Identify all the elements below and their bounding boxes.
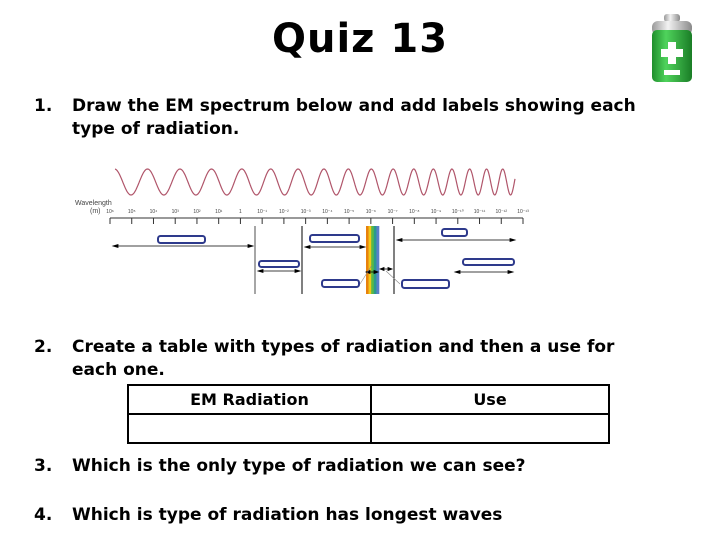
axis-tick-label: 10¹ — [215, 209, 223, 215]
axis-tick-label: 10⁻³ — [301, 209, 311, 215]
question-2: 2. Create a table with types of radiatio… — [34, 336, 654, 386]
axis-tick-label: 10² — [193, 209, 201, 215]
page-title: Quiz 13 — [271, 16, 449, 62]
axis-tick-label: 10⁻¹⁰ — [452, 209, 464, 215]
spectrum-color-stripe — [368, 226, 372, 294]
em-spectrum-diagram: Wavelength (m) 10⁶ 10⁵ 10⁴ 10³ 10² 10¹ 1 10⁻¹ 10… — [75, 168, 529, 294]
table-cell-use[interactable] — [370, 413, 610, 444]
axis-tick-label: 10⁻¹ — [257, 209, 267, 215]
axis-label: Wavelength — [75, 200, 112, 207]
blank-label-box[interactable] — [258, 260, 300, 268]
axis-tick-label: 10³ — [172, 209, 180, 215]
table-cell-radiation[interactable] — [127, 413, 372, 444]
pointer-line — [385, 270, 401, 285]
range-arrow — [395, 237, 517, 243]
question-number: 1. — [34, 96, 53, 116]
blank-label-box[interactable] — [321, 279, 360, 288]
axis-tick-label: 10⁵ — [128, 209, 136, 215]
table-row — [127, 413, 610, 444]
table-header-row: EM Radiation Use — [127, 384, 610, 415]
question-3: 3. Which is the only type of radiation w… — [34, 455, 654, 480]
range-arrow — [453, 269, 515, 275]
question-text: Which is type of radiation has longest w… — [72, 505, 503, 525]
axis-tick-label: 10⁻² — [279, 209, 289, 215]
column-header-em-radiation: EM Radiation — [127, 384, 372, 415]
blank-label-box[interactable] — [441, 228, 468, 237]
axis-tick-label: 10⁻⁵ — [344, 209, 354, 215]
blank-label-box[interactable] — [309, 234, 360, 243]
range-arrow — [256, 268, 302, 274]
spectrum-color-stripe — [371, 226, 375, 294]
question-number: 4. — [34, 505, 53, 525]
axis-tick-label: 10⁻⁴ — [322, 209, 332, 215]
axis-tick-label: 10⁻⁸ — [409, 209, 419, 215]
range-arrow — [378, 266, 394, 272]
spectrum-color-stripe — [376, 226, 380, 294]
axis-tick-label: 10⁻¹³ — [517, 209, 529, 215]
axis-unit: (m) — [90, 208, 101, 215]
axis-tick-label: 10⁴ — [150, 209, 158, 215]
axis-tick-label: 10⁻¹² — [495, 209, 507, 215]
spectrum-color-stripe — [366, 226, 369, 294]
axis-tick-label: 1 — [239, 209, 242, 215]
question-text: Draw the EM spectrum below and add label… — [72, 96, 636, 139]
axis-tick-label: 10⁻¹¹ — [474, 209, 486, 215]
question-number: 3. — [34, 456, 53, 476]
axis-tick-label: 10⁻⁹ — [431, 209, 441, 215]
question-4: 4. Which is type of radiation has longes… — [34, 504, 654, 529]
question-text: Which is the only type of radiation we c… — [72, 456, 526, 476]
radiation-use-table: EM Radiation Use — [127, 384, 610, 444]
blank-label-box[interactable] — [157, 235, 206, 244]
axis-tick-label: 10⁶ — [106, 209, 114, 215]
column-header-use: Use — [370, 384, 610, 415]
wave-line — [114, 168, 516, 196]
range-arrow — [111, 243, 255, 249]
axis-tick-label: 10⁻⁶ — [366, 209, 376, 215]
blank-label-box[interactable] — [401, 279, 450, 289]
blank-label-box[interactable] — [462, 258, 515, 266]
question-number: 2. — [34, 337, 53, 357]
question-text: Create a table with types of radiation a… — [72, 337, 615, 380]
range-arrow — [303, 244, 367, 250]
axis-tick-label: 10⁻⁷ — [388, 209, 398, 215]
visible-spectrum-band — [366, 226, 380, 294]
battery-charging-icon — [652, 14, 692, 82]
question-1: 1. Draw the EM spectrum below and add la… — [34, 95, 654, 145]
spectrum-color-stripe — [373, 226, 377, 294]
